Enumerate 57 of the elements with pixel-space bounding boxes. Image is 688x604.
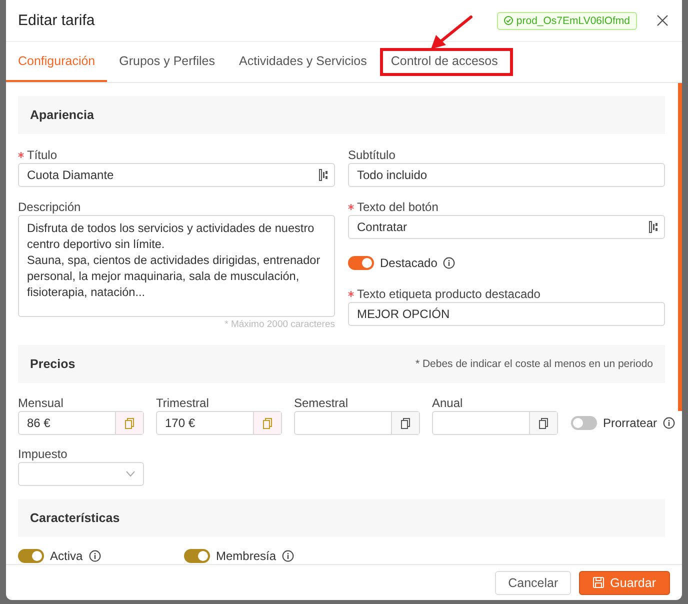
dialog-title: Editar tarifa	[18, 12, 95, 29]
field-label: Título	[27, 148, 58, 162]
field-label: Impuesto	[18, 447, 68, 461]
character-limit-hint: * Máximo 2000 caracteres	[224, 319, 335, 330]
price-field[interactable]: 86 €	[18, 411, 144, 435]
field-label: Trimestral	[156, 396, 209, 410]
section-title: Características	[30, 511, 120, 525]
text-field[interactable]: Cuota Diamante	[18, 163, 335, 187]
field-label: Subtítulo	[348, 148, 396, 162]
field-label: Texto etiqueta producto destacado	[357, 287, 540, 301]
toggle-switch[interactable]	[184, 549, 210, 563]
section-title: Apariencia	[30, 108, 94, 122]
copy-button[interactable]	[529, 412, 557, 434]
toggle-label: Destacado	[380, 256, 438, 270]
description-field[interactable]: Disfruta de todos los servicios y actividades de nuestro centro deportivo sin límite. Sauna, spa, cientos de actividades dirigidas, entrenador personal, la mejor maquinaria, sala de musculación, fisioterapia, natación...	[18, 215, 335, 317]
toggle-switch[interactable]	[18, 549, 44, 563]
text-field[interactable]: MEJOR OPCIÓN	[348, 302, 665, 326]
field-label: Mensual	[18, 396, 64, 410]
toggle-switch[interactable]	[348, 256, 374, 270]
columns-icon[interactable]	[319, 169, 328, 181]
columns-icon[interactable]	[649, 221, 658, 233]
check-circle-icon	[504, 16, 514, 25]
floppy-icon	[593, 577, 604, 588]
text-field[interactable]: Todo incluido	[348, 163, 665, 187]
copy-button[interactable]	[391, 412, 419, 434]
info-icon[interactable]	[443, 257, 456, 269]
copy-icon	[539, 418, 548, 428]
field-label: Semestral	[294, 396, 348, 410]
field-label: Anual	[432, 396, 463, 410]
product-id-badge: prod_Os7EmLV06lOfmd	[497, 12, 637, 30]
copy-icon	[401, 418, 410, 428]
info-icon[interactable]	[663, 417, 676, 429]
info-icon[interactable]	[282, 550, 294, 562]
tab[interactable]: Grupos y Perfiles	[107, 42, 228, 82]
tab[interactable]: Control de accesos	[378, 42, 510, 82]
toggle-label: Prorratear	[603, 416, 658, 430]
close-icon[interactable]	[657, 15, 668, 26]
price-field[interactable]	[294, 411, 420, 435]
chevron-down-icon	[126, 471, 135, 477]
field-label: Texto del botón	[357, 200, 438, 214]
toggle-switch[interactable]	[571, 416, 597, 430]
info-icon[interactable]	[88, 550, 101, 562]
arrow	[431, 16, 472, 49]
copy-icon	[263, 418, 272, 428]
select-field[interactable]	[18, 462, 144, 486]
text-field[interactable]: Contratar	[348, 215, 665, 239]
toggle-label: Activa	[50, 549, 83, 563]
section-title: Precios	[30, 357, 76, 371]
tab[interactable]: Actividades y Servicios	[227, 42, 379, 82]
price-field[interactable]	[432, 411, 558, 435]
price-note: * Debes de indicar el coste al menos en un periodo	[415, 358, 653, 370]
field-label: Descripción	[18, 200, 81, 214]
toggle-label: Membresía	[216, 549, 276, 563]
cancel-button[interactable]: Cancelar	[495, 570, 572, 594]
copy-icon	[125, 418, 134, 428]
price-field[interactable]: 170 €	[156, 411, 282, 435]
scrollbar[interactable]	[678, 83, 682, 411]
